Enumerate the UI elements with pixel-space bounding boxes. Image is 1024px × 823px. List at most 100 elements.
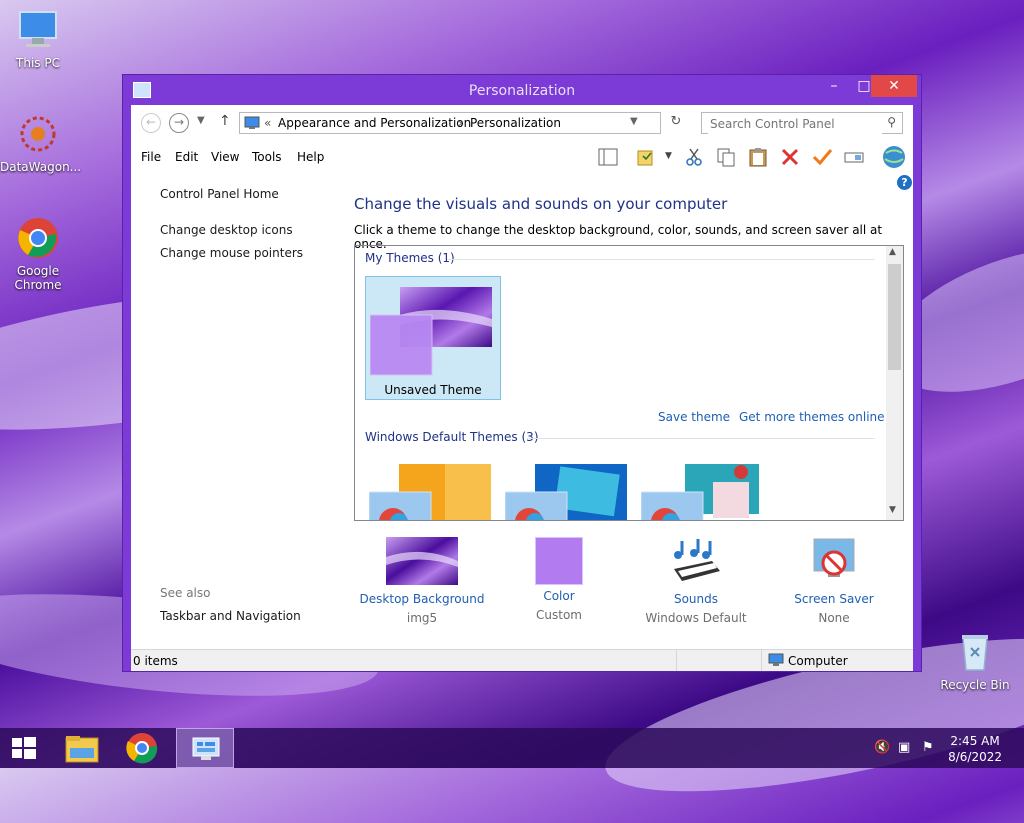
menu-edit[interactable]: Edit xyxy=(175,150,198,164)
title-bar[interactable]: Personalization – □ ✕ xyxy=(123,75,921,105)
my-themes-heading: My Themes (1) xyxy=(365,251,455,265)
desktop-icon-label: DataWagon... xyxy=(0,160,82,174)
desktop-icon-datawagon[interactable]: DataWagon... xyxy=(0,112,82,174)
search-box[interactable]: ⚲ xyxy=(701,112,903,134)
desktop-background-label[interactable]: Desktop Background xyxy=(357,592,487,606)
rename-icon[interactable] xyxy=(843,147,865,167)
menu-bar: File Edit View Tools Help ▼ xyxy=(131,143,913,171)
datawagon-icon xyxy=(16,112,60,156)
color-item[interactable]: Color Custom xyxy=(494,537,624,622)
color-value: Custom xyxy=(536,608,582,622)
desktop-background-thumbnail xyxy=(386,537,458,585)
checkmark-icon[interactable] xyxy=(811,147,833,167)
themes-scrollbar[interactable]: ▲ ▼ xyxy=(886,246,903,520)
group-divider xyxy=(447,259,875,260)
copy-icon[interactable] xyxy=(715,147,737,167)
scroll-up-chevron-icon[interactable]: ▲ xyxy=(889,247,896,257)
status-divider xyxy=(676,650,677,671)
up-arrow-icon[interactable]: ↑ xyxy=(219,113,231,129)
screen-saver-value: None xyxy=(818,611,850,625)
help-icon[interactable]: ? xyxy=(897,175,912,190)
cut-icon[interactable] xyxy=(683,147,705,167)
desktop-icon-label: This PC xyxy=(16,56,60,70)
theme-thumbnail xyxy=(370,287,492,376)
control-panel-taskbar-button[interactable] xyxy=(176,728,234,768)
address-dropdown-chevron-icon[interactable]: ▼ xyxy=(630,116,638,127)
default-themes-heading: Windows Default Themes (3) xyxy=(365,430,539,444)
screen-saver-label[interactable]: Screen Saver xyxy=(769,592,899,606)
desktop-icon-chrome[interactable]: Google Chrome xyxy=(0,216,76,292)
control-panel-icon xyxy=(244,116,260,129)
computer-icon xyxy=(768,653,784,666)
theme-unsaved[interactable]: Unsaved Theme xyxy=(365,276,501,400)
breadcrumb-separator[interactable]: › xyxy=(458,116,463,130)
globe-help-icon[interactable] xyxy=(881,145,907,169)
color-label[interactable]: Color xyxy=(494,589,624,603)
network-icon[interactable]: ▣ xyxy=(898,740,910,755)
control-panel-icon xyxy=(192,737,220,760)
taskbar-and-navigation-link[interactable]: Taskbar and Navigation xyxy=(160,609,301,623)
status-divider xyxy=(761,650,762,671)
see-also-heading: See also xyxy=(160,586,211,600)
group-divider xyxy=(527,438,875,439)
screen-saver-icon xyxy=(813,538,855,577)
theme-windows[interactable] xyxy=(369,462,493,521)
clock-time: 2:45 AM xyxy=(950,734,1000,748)
theme-flowers[interactable] xyxy=(641,462,765,521)
change-desktop-icons-link[interactable]: Change desktop icons xyxy=(160,223,293,237)
status-item-count: 0 items xyxy=(133,654,178,668)
status-bar: 0 items Computer xyxy=(131,649,913,671)
back-button[interactable]: ← xyxy=(141,113,161,133)
theme-lines-and-colors[interactable] xyxy=(505,462,629,521)
properties-folder-icon[interactable] xyxy=(635,147,657,167)
sounds-value: Windows Default xyxy=(645,611,747,625)
themes-list: My Themes (1) Unsaved Theme Save theme G… xyxy=(354,245,904,521)
window-title: Personalization xyxy=(468,83,576,99)
desktop-background-value: img5 xyxy=(406,611,438,625)
sounds-item[interactable]: Sounds Windows Default xyxy=(631,537,761,625)
breadcrumb-item[interactable]: Appearance and Personalization xyxy=(278,116,471,130)
scroll-down-chevron-icon[interactable]: ▼ xyxy=(889,505,896,515)
properties-dropdown-chevron-icon[interactable]: ▼ xyxy=(665,151,672,161)
layout-pane-icon[interactable] xyxy=(597,147,619,167)
desktop-background-item[interactable]: Desktop Background img5 xyxy=(357,537,487,625)
clock[interactable]: 2:45 AM 8/6/2022 xyxy=(948,733,1002,765)
paste-icon[interactable] xyxy=(747,147,769,167)
scrollbar-thumb[interactable] xyxy=(888,264,901,370)
menu-help[interactable]: Help xyxy=(297,150,324,164)
monitor-icon xyxy=(16,8,60,52)
search-icon[interactable]: ⚲ xyxy=(887,115,896,129)
chrome-taskbar-icon[interactable] xyxy=(118,730,166,766)
menu-file[interactable]: File xyxy=(141,150,161,164)
desktop-icon-label: Google Chrome xyxy=(14,264,62,292)
clock-date: 8/6/2022 xyxy=(948,750,1002,764)
taskbar: 🔇 ▣ ⚑ 2:45 AM 8/6/2022 xyxy=(0,728,1024,768)
action-center-icon[interactable]: ⚑ xyxy=(922,740,934,755)
save-theme-link[interactable]: Save theme xyxy=(658,410,730,424)
address-prefix: « xyxy=(264,116,272,130)
recent-pages-chevron-icon[interactable]: ▼ xyxy=(197,115,205,126)
sounds-label[interactable]: Sounds xyxy=(631,592,761,606)
delete-icon[interactable] xyxy=(779,147,801,167)
get-more-themes-link[interactable]: Get more themes online xyxy=(739,410,885,424)
address-bar[interactable]: « Appearance and Personalization › Perso… xyxy=(239,112,661,134)
refresh-icon[interactable]: ↻ xyxy=(665,114,687,134)
windows-start-icon[interactable] xyxy=(0,730,48,766)
control-panel-home-link[interactable]: Control Panel Home xyxy=(160,187,279,201)
file-explorer-icon[interactable] xyxy=(58,730,106,766)
desktop-icon-label: Recycle Bin xyxy=(940,678,1010,692)
menu-view[interactable]: View xyxy=(211,150,239,164)
menu-tools[interactable]: Tools xyxy=(252,150,282,164)
minimize-button[interactable]: – xyxy=(819,75,849,97)
desktop-icon-recycle-bin[interactable]: Recycle Bin xyxy=(937,630,1013,692)
volume-muted-icon[interactable]: 🔇 xyxy=(874,740,890,755)
status-location: Computer xyxy=(788,654,848,668)
search-input[interactable] xyxy=(708,114,882,134)
desktop-icon-this-pc[interactable]: This PC xyxy=(0,8,76,70)
breadcrumb-item[interactable]: Personalization xyxy=(470,116,561,130)
screen-saver-item[interactable]: Screen Saver None xyxy=(769,537,899,625)
change-mouse-pointers-link[interactable]: Change mouse pointers xyxy=(160,246,303,260)
close-button[interactable]: ✕ xyxy=(871,75,917,97)
color-swatch xyxy=(535,537,583,585)
forward-button[interactable]: → xyxy=(169,113,189,133)
